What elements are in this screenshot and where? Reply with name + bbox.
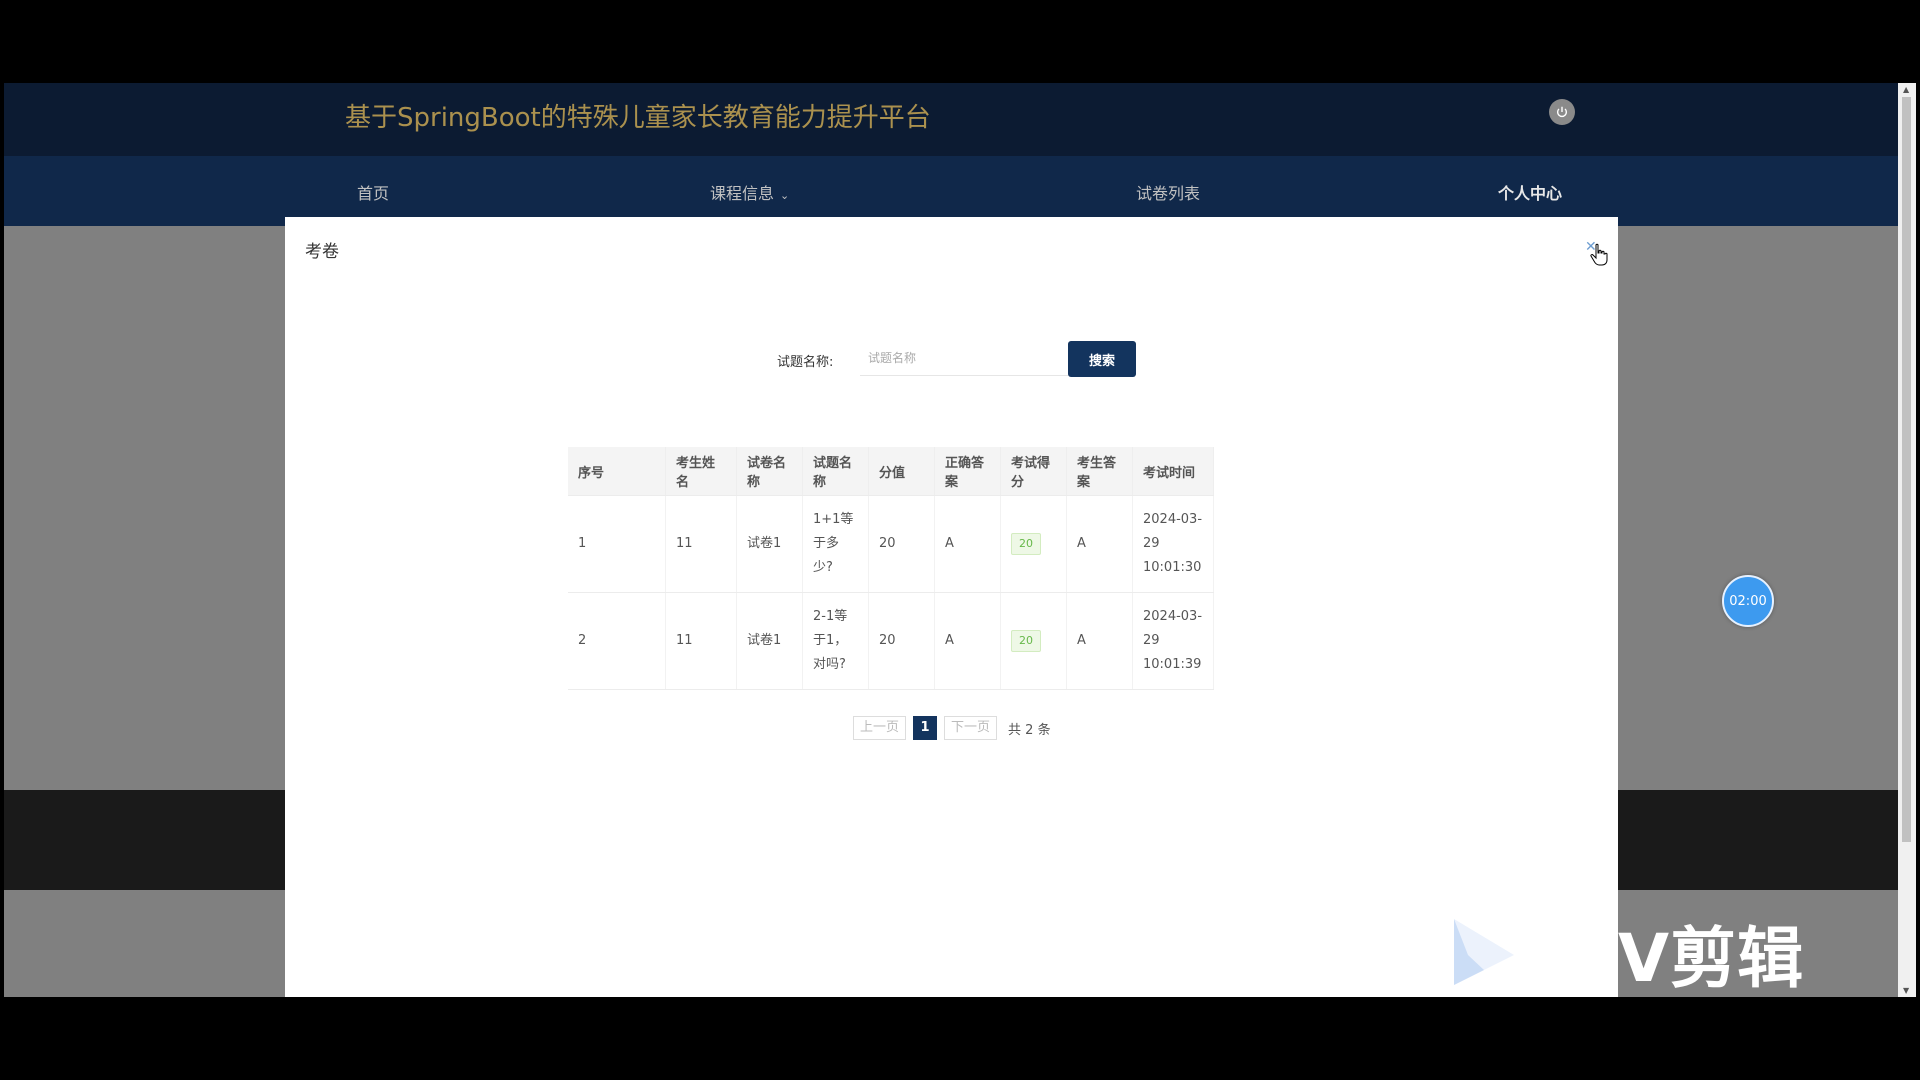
play-logo-icon: [1454, 919, 1514, 985]
exam-results-table: 序号 考生姓名 试卷名称 试题名称 分值 正确答案 考试得分 考生答案 考试时间…: [568, 447, 1214, 690]
cell-student-name: 11: [665, 592, 737, 690]
nav-exam-list-label: 试卷列表: [1136, 184, 1201, 203]
power-icon[interactable]: [1549, 99, 1575, 125]
col-header-points: 分值: [868, 447, 935, 496]
col-header-score: 考试得分: [1000, 447, 1067, 496]
hand-cursor-icon: [1590, 243, 1608, 266]
search-button[interactable]: 搜索: [1068, 341, 1136, 377]
cell-exam-time: 2024-03-29 10:01:30: [1132, 495, 1214, 593]
watermark: V剪辑: [1448, 905, 1828, 1005]
col-header-question-name: 试题名称: [802, 447, 869, 496]
score-badge: 20: [1011, 533, 1041, 555]
table-header-row: 序号 考生姓名 试卷名称 试题名称 分值 正确答案 考试得分 考生答案 考试时间: [568, 447, 1214, 496]
nav-course-info-label: 课程信息: [710, 184, 775, 203]
main-nav: 首页 课程信息 ⌄ 试卷列表 个人中心: [4, 156, 1902, 226]
nav-personal-center-label: 个人中心: [1498, 184, 1563, 203]
cell-question-name: 1+1等于多少?: [802, 495, 869, 593]
cell-index: 1: [568, 495, 666, 593]
total-count: 共 2 条: [1008, 722, 1051, 738]
timer-bubble[interactable]: 02:00: [1722, 575, 1774, 627]
table-row: 1 11 试卷1 1+1等于多少? 20 A 20 A 2024-03-29 1…: [568, 495, 1214, 593]
cell-points: 20: [868, 495, 935, 593]
cell-exam-time: 2024-03-29 10:01:39: [1132, 592, 1214, 690]
col-header-paper-name: 试卷名称: [736, 447, 803, 496]
header: 基于SpringBoot的特殊儿童家长教育能力提升平台: [4, 83, 1902, 156]
col-header-student-name: 考生姓名: [665, 447, 737, 496]
search-label: 试题名称:: [777, 355, 834, 370]
cell-student-answer: A: [1066, 495, 1133, 593]
cell-correct-answer: A: [934, 495, 1001, 593]
question-name-search-input[interactable]: [860, 341, 1076, 376]
cell-paper-name: 试卷1: [736, 592, 803, 690]
page-scrollbar[interactable]: ▲ ▼: [1898, 83, 1916, 997]
cell-student-answer: A: [1066, 592, 1133, 690]
cell-index: 2: [568, 592, 666, 690]
cell-points: 20: [868, 592, 935, 690]
score-badge: 20: [1011, 630, 1041, 652]
site-title: 基于SpringBoot的特殊儿童家长教育能力提升平台: [345, 103, 931, 133]
col-header-correct-answer: 正确答案: [934, 447, 1001, 496]
scroll-up-icon[interactable]: ▲: [1903, 85, 1909, 94]
nav-personal-center[interactable]: 个人中心: [1498, 180, 1562, 204]
nav-exam-list[interactable]: 试卷列表: [1136, 180, 1200, 204]
nav-home[interactable]: 首页: [357, 180, 389, 204]
cell-correct-answer: A: [934, 592, 1001, 690]
col-header-index: 序号: [568, 447, 666, 496]
col-header-student-answer: 考生答案: [1066, 447, 1133, 496]
cell-question-name: 2-1等于1，对吗?: [802, 592, 869, 690]
pagination: 上一页 1 下一页 共 2 条: [853, 716, 1051, 740]
exam-paper-modal: 考卷 ✕ 试题名称: 搜索 序号 考生姓名 试卷名称 试题名称 分值 正确答案 …: [285, 217, 1618, 997]
next-page-button[interactable]: 下一页: [944, 716, 998, 740]
scroll-down-icon[interactable]: ▼: [1903, 986, 1909, 995]
scroll-thumb[interactable]: [1902, 97, 1911, 842]
cell-student-name: 11: [665, 495, 737, 593]
cell-score: 20: [1000, 592, 1067, 690]
prev-page-button[interactable]: 上一页: [853, 716, 907, 740]
cell-paper-name: 试卷1: [736, 495, 803, 593]
modal-title: 考卷: [305, 242, 339, 262]
watermark-text: V剪辑: [1618, 920, 1805, 997]
nav-home-label: 首页: [357, 184, 390, 203]
cell-score: 20: [1000, 495, 1067, 593]
col-header-exam-time: 考试时间: [1132, 447, 1214, 496]
table-row: 2 11 试卷1 2-1等于1，对吗? 20 A 20 A 2024-03-29…: [568, 592, 1214, 690]
page-number-current[interactable]: 1: [913, 716, 938, 740]
chevron-down-icon: ⌄: [780, 189, 790, 202]
nav-course-info[interactable]: 课程信息 ⌄: [710, 180, 789, 204]
